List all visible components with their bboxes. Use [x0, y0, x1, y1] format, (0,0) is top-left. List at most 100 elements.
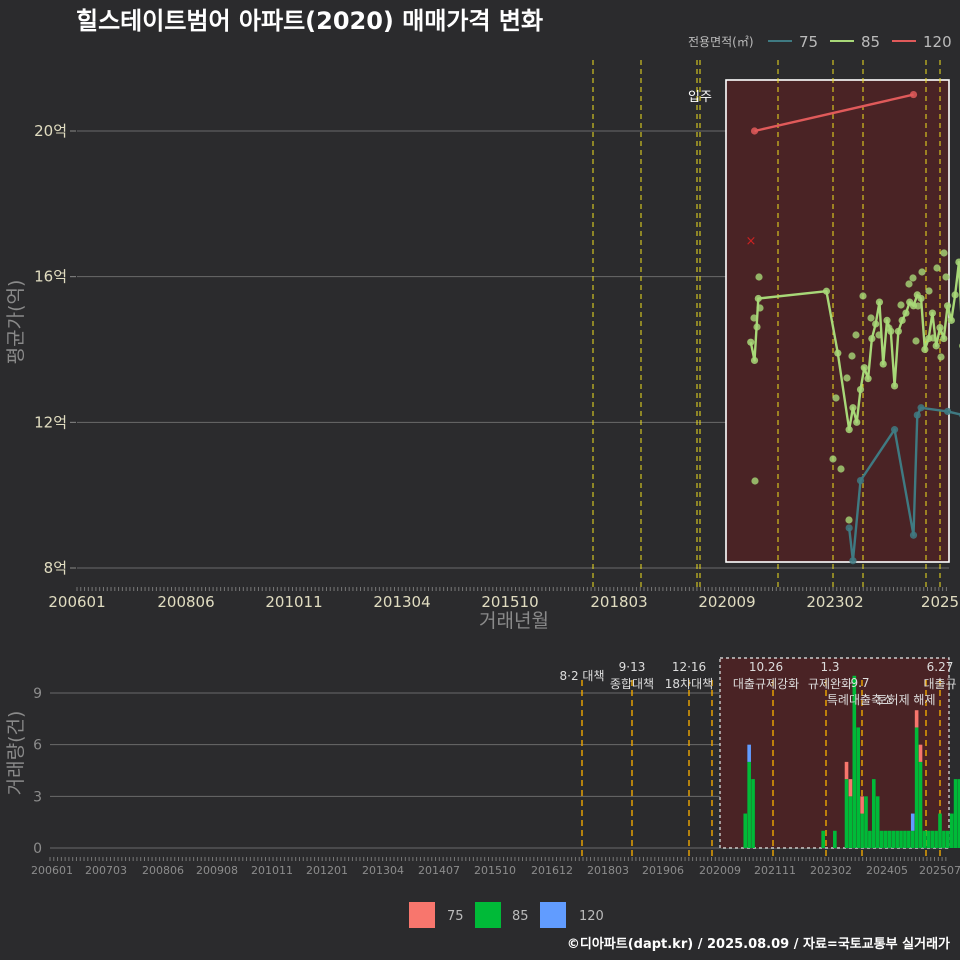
policy-label-line2: 규제완화 [808, 677, 852, 691]
data-point-85 [940, 249, 948, 257]
bar-85 [856, 727, 861, 848]
bar-85 [926, 830, 931, 848]
top-y-ticks: 8억 12억 16억 20억 [34, 122, 76, 577]
legend-bar-swatch-85 [475, 902, 501, 928]
data-point-85 [859, 292, 867, 300]
bar-85 [938, 813, 942, 848]
data-point-85 [872, 320, 880, 328]
bar-85 [860, 813, 864, 848]
bar-85 [887, 830, 892, 848]
legend-bar-label-85: 85 [512, 909, 529, 924]
data-point-120 [909, 90, 918, 99]
data-point-85 [756, 304, 764, 312]
policy-label-line1: 8·2 대책 [560, 668, 605, 683]
policy-label-line2: 대출규 [923, 677, 956, 691]
bar-85 [848, 796, 853, 848]
bottom-y-tick-label: 3 [33, 789, 42, 805]
data-point-85 [860, 364, 868, 372]
data-point-85 [867, 314, 875, 322]
data-point-75 [913, 411, 921, 419]
data-point-75 [890, 426, 899, 434]
data-point-85 [856, 385, 865, 394]
data-point-85 [747, 338, 755, 346]
x-tick-label: 201011 [265, 593, 322, 611]
bar-85 [918, 761, 923, 848]
bottom-y-ticks: 0 3 6 9 [33, 686, 42, 857]
data-point-85 [917, 294, 925, 303]
data-point-85 [753, 323, 761, 331]
data-point-85 [750, 356, 759, 365]
bottom-x-tick-label: 202009 [699, 864, 741, 877]
top-legend: 전용면적(㎡) 75 85 120 [688, 33, 952, 51]
data-point-85 [834, 349, 842, 357]
data-point-85 [845, 426, 853, 434]
data-point-85 [829, 455, 837, 463]
data-point-75 [943, 407, 952, 416]
data-point-85 [928, 309, 937, 317]
y-axis-title: 평균가(억) [5, 280, 27, 365]
data-point-85 [932, 342, 940, 350]
bar-85 [922, 830, 927, 848]
data-point-85 [837, 465, 845, 473]
policy-label-line1: 12·16 [672, 660, 706, 674]
footer-credit: ©디아파트(dapt.kr) / 2025.08.09 / 자료=국토교통부 실… [567, 936, 950, 952]
bar-85 [883, 830, 888, 848]
bottom-y-tick-label: 9 [33, 686, 42, 702]
bar-85 [903, 830, 907, 848]
data-point-85 [750, 314, 758, 322]
bar-85 [833, 830, 837, 848]
data-point-75 [845, 524, 853, 532]
data-point-85 [832, 394, 840, 402]
x-tick-label: 2025 [921, 593, 959, 611]
data-point-85 [848, 352, 856, 360]
move-in-annotation: 입주 [688, 90, 712, 105]
data-point-85 [875, 331, 883, 339]
data-point-85 [947, 316, 955, 324]
legend-label-75: 75 [799, 33, 818, 51]
bottom-x-tick-label: 201510 [474, 864, 516, 877]
top-x-ticks: 200601 200806 201011 201304 201510 201803 2020… [48, 587, 959, 611]
data-point-85 [902, 309, 910, 317]
x-tick-label: 200601 [48, 593, 105, 611]
data-point-85 [822, 287, 831, 295]
data-point-85 [894, 327, 902, 335]
bottom-x-tick-label: 201011 [251, 864, 293, 877]
x-tick-label: 202302 [806, 593, 863, 611]
bar-85 [751, 779, 755, 848]
data-point-85 [936, 324, 944, 332]
bottom-x-tick-label: 201304 [362, 864, 404, 877]
data-point-85 [929, 334, 937, 342]
data-point-85 [875, 298, 884, 306]
x-tick-label: 200806 [157, 593, 214, 611]
bottom-x-tick-label: 202507 [919, 864, 960, 877]
bar-85 [879, 830, 884, 848]
bar-85 [945, 830, 950, 848]
legend-label-120: 120 [923, 33, 952, 51]
y-tick-label: 20억 [34, 122, 67, 140]
bottom-x-tick-label: 200806 [142, 864, 184, 877]
bar-75 [918, 744, 923, 762]
data-point-85 [937, 353, 945, 361]
data-point-85 [852, 331, 860, 339]
policy-label-line1: 6.27 [927, 660, 954, 674]
x-tick-label: 201803 [590, 593, 647, 611]
data-point-85 [918, 268, 926, 276]
data-point-85 [942, 273, 950, 281]
bottom-x-tick-label: 202302 [810, 864, 852, 877]
data-point-85 [951, 291, 959, 299]
legend-label-85: 85 [861, 33, 880, 51]
bar-75 [844, 761, 849, 780]
bar-85 [934, 830, 938, 848]
bar-85 [871, 779, 876, 848]
data-point-85 [943, 302, 952, 310]
bar-75 [848, 779, 853, 797]
bar-85 [942, 830, 946, 848]
legend-bar-label-120: 120 [579, 909, 604, 924]
bottom-x-tick-label: 201407 [418, 864, 460, 877]
bottom-legend: 75 85 120 [409, 902, 604, 928]
data-point-85 [879, 360, 887, 368]
bar-85 [930, 830, 935, 848]
data-point-85 [933, 264, 941, 272]
policy-label-line1: 9.7 [850, 676, 869, 690]
policy-label-line1: 1.3 [820, 660, 839, 674]
